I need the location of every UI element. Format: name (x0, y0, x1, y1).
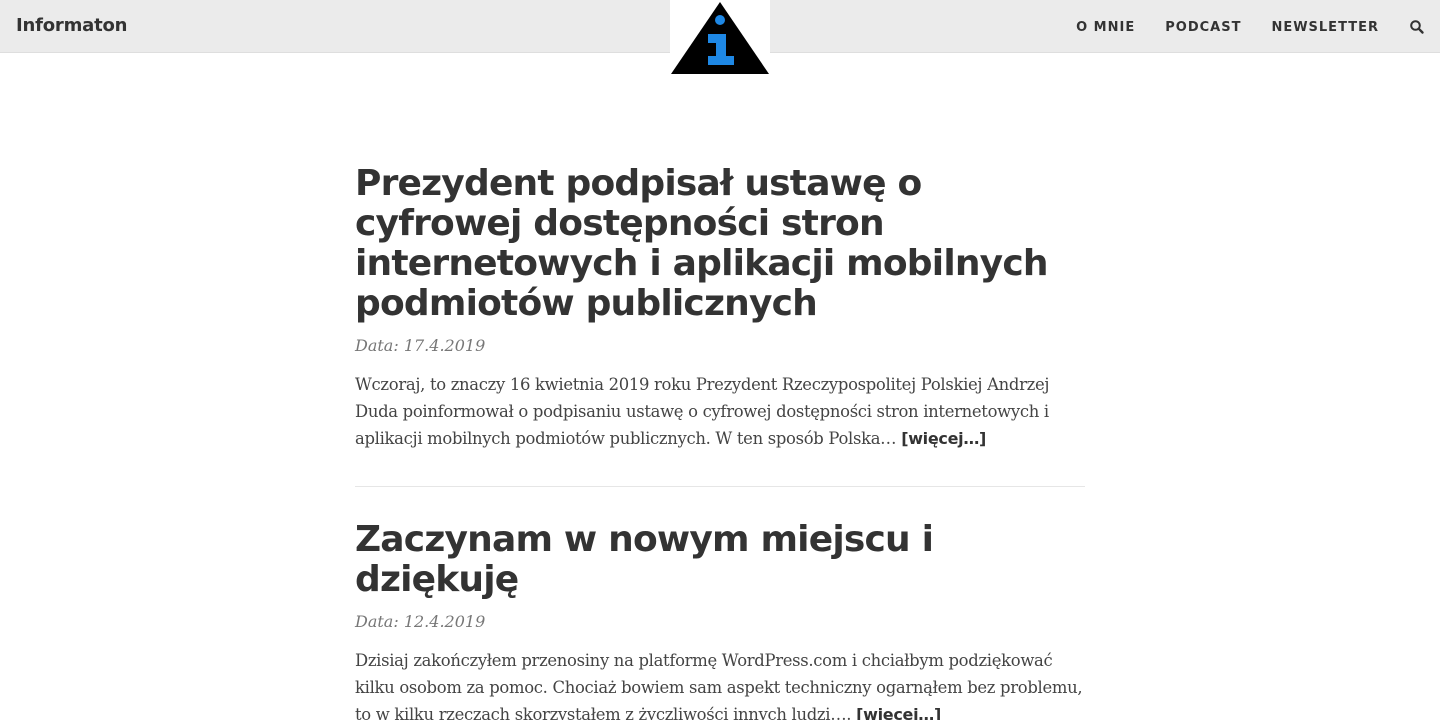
nav-link-newsletter[interactable]: NEWSLETTER (1271, 20, 1379, 35)
post-entry: Prezydent podpisał ustawę o cyfrowej dos… (355, 164, 1085, 452)
post-date: Data: 12.4.2019 (355, 612, 486, 631)
nav-link-o-mnie[interactable]: O MNIE (1076, 20, 1135, 35)
posts-list: Prezydent podpisał ustawę o cyfrowej dos… (355, 164, 1085, 720)
site-logo[interactable] (670, 0, 770, 76)
post-divider (355, 486, 1085, 487)
post-excerpt-text: Dzisiaj zakończyłem przenosiny na platfo… (355, 651, 1083, 720)
post-excerpt: Wczoraj, to znaczy 16 kwietnia 2019 roku… (355, 371, 1085, 452)
nav-link-podcast[interactable]: PODCAST (1165, 20, 1241, 35)
main-navigation: O MNIE PODCAST NEWSLETTER (1076, 18, 1425, 36)
read-more-link[interactable]: [więcej…] (856, 705, 941, 720)
post-date: Data: 17.4.2019 (355, 336, 486, 355)
search-icon[interactable] (1409, 19, 1425, 35)
info-triangle-icon (671, 2, 769, 74)
post-entry: Zaczynam w nowym miejscu i dziękuję Data… (355, 520, 1085, 720)
site-header: Informaton O MNIE PODCAST NEWSLETTER (0, 0, 1440, 76)
read-more-link[interactable]: [więcej…] (901, 429, 986, 448)
post-title[interactable]: Zaczynam w nowym miejscu i dziękuję (355, 520, 1085, 600)
post-excerpt: Dzisiaj zakończyłem przenosiny na platfo… (355, 647, 1085, 720)
post-title[interactable]: Prezydent podpisał ustawę o cyfrowej dos… (355, 164, 1085, 324)
site-title-link[interactable]: Informaton (16, 15, 127, 36)
